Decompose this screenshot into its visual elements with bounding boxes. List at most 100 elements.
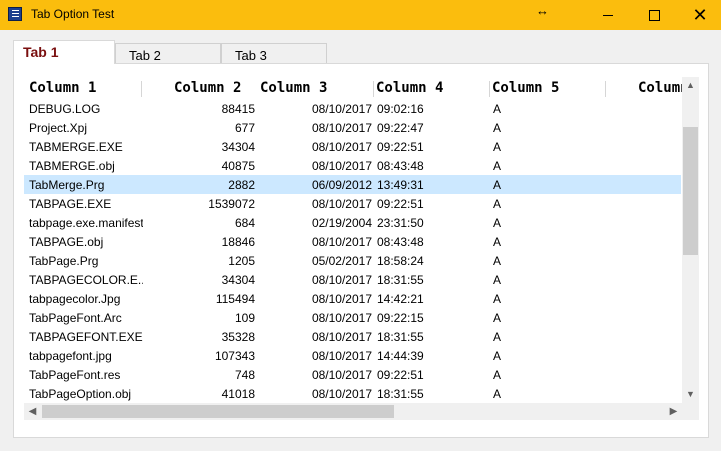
scroll-left-arrow-icon[interactable]: ◀ (24, 403, 41, 420)
table-cell: 14:42:21 (377, 292, 424, 306)
table-cell: 107343 (214, 349, 255, 363)
close-button[interactable]: ✕ (677, 0, 721, 30)
table-cell: 40875 (221, 159, 255, 173)
horizontal-scroll-thumb[interactable] (42, 405, 394, 418)
title-bar[interactable]: Tab Option Test ↔ ✕ (0, 0, 721, 30)
table-cell: TabPage.Prg (29, 254, 99, 268)
tab-2[interactable]: Tab 2 (115, 43, 221, 63)
scroll-up-arrow-icon[interactable]: ▲ (682, 77, 699, 94)
table-cell: TabPageFont.res (29, 368, 121, 382)
table-row[interactable]: DEBUG.LOG 88415 08/10/2017 09:02:16 A (24, 99, 681, 118)
table-cell: 18:31:55 (377, 273, 424, 287)
column-divider[interactable] (489, 81, 490, 97)
table-cell: tabpagefont.jpg (29, 349, 112, 363)
table-cell: 748 (234, 368, 255, 382)
table-cell: A (493, 102, 502, 116)
table-cell: 09:22:51 (377, 197, 424, 211)
table-row[interactable]: tabpagecolor.Jpg 115494 08/10/2017 14:42:21… (24, 289, 681, 308)
table-cell: 08/10/2017 (311, 349, 372, 363)
table-cell: TABPAGE.obj (29, 235, 104, 249)
table-cell: 08/10/2017 (311, 159, 372, 173)
table-cell: 08/10/2017 (311, 102, 372, 116)
table-cell: A (493, 254, 502, 268)
column-divider[interactable] (605, 81, 606, 97)
table-cell: 684 (234, 216, 255, 230)
table-cell: A (493, 159, 502, 173)
table-row[interactable]: TABMERGE.obj 40875 08/10/2017 08:43:48 A (24, 156, 681, 175)
maximize-icon (648, 9, 660, 21)
table-cell: 13:49:31 (377, 178, 424, 192)
table-cell: A (493, 368, 502, 382)
app-window-icon[interactable] (8, 7, 22, 21)
vertical-scrollbar[interactable]: ▲ ▼ (682, 77, 699, 403)
table-cell: TABPAGEFONT.EXE (29, 330, 143, 344)
table-cell: 08/10/2017 (311, 387, 372, 401)
table-cell: A (493, 330, 502, 344)
tab-1[interactable]: Tab 1 (13, 40, 115, 64)
column-header-6[interactable]: Column 6 (638, 80, 682, 100)
table-cell: 18846 (221, 235, 255, 249)
table-row[interactable]: TABPAGEFONT.EXE 35328 08/10/2017 18:31:55 A (24, 327, 681, 346)
table-cell: 08/10/2017 (311, 368, 372, 382)
maximize-button[interactable] (631, 0, 677, 30)
table-cell: 2882 (228, 178, 255, 192)
column-divider[interactable] (373, 81, 374, 97)
table-cell: 18:31:55 (377, 387, 424, 401)
table-cell: A (493, 121, 502, 135)
minimize-icon (603, 14, 613, 16)
table-cell: Project.Xpj (29, 121, 88, 135)
table-cell: A (493, 235, 502, 249)
table-row[interactable]: TABPAGE.obj 18846 08/10/2017 08:43:48 A (24, 232, 681, 251)
table-cell: A (493, 197, 502, 211)
horizontal-scrollbar[interactable]: ◀ ▶ (24, 403, 682, 420)
table-cell: 09:22:47 (377, 121, 424, 135)
table-row[interactable]: TABMERGE.EXE 34304 08/10/2017 09:22:51 A (24, 137, 681, 156)
tab-3[interactable]: Tab 3 (221, 43, 327, 63)
table-cell: TABPAGECOLOR.E... (29, 273, 143, 287)
table-row[interactable]: TabPageFont.Arc 109 08/10/2017 09:22:15 A (24, 308, 681, 327)
table-cell: TABMERGE.EXE (29, 140, 123, 154)
close-icon: ✕ (692, 5, 708, 25)
column-header-3[interactable]: Column 3 (260, 80, 327, 100)
table-cell: tabpage.exe.manifest... (29, 216, 143, 230)
table-cell: TABMERGE.obj (29, 159, 115, 173)
table-row[interactable]: tabpagefont.jpg 107343 08/10/2017 14:44:39 A (24, 346, 681, 365)
table-cell: 09:22:15 (377, 311, 424, 325)
column-header-4[interactable]: Column 4 (376, 80, 443, 100)
column-header-5[interactable]: Column 5 (492, 80, 559, 100)
table-row[interactable]: TabMerge.Prg 2882 06/09/2012 13:49:31 A (24, 175, 681, 194)
file-grid[interactable]: Column 1 Column 2 Column 3 Column 4 Colu… (24, 77, 682, 403)
table-cell: 08/10/2017 (311, 273, 372, 287)
column-header-2[interactable]: Column 2 (174, 80, 241, 100)
table-cell: 08/10/2017 (311, 140, 372, 154)
column-divider[interactable] (141, 81, 142, 97)
table-cell: 08/10/2017 (311, 330, 372, 344)
table-row[interactable]: TabPage.Prg 1205 05/02/2017 18:58:24 A (24, 251, 681, 270)
table-row[interactable]: tabpage.exe.manifest... 684 02/19/2004 23:3… (24, 213, 681, 232)
table-cell: 08/10/2017 (311, 292, 372, 306)
scroll-right-arrow-icon[interactable]: ▶ (665, 403, 682, 420)
table-cell: A (493, 273, 502, 287)
table-cell: tabpagecolor.Jpg (29, 292, 121, 306)
table-row[interactable]: TabPageOption.obj 41018 08/10/2017 18:31:55… (24, 384, 681, 403)
table-cell: 677 (234, 121, 255, 135)
table-row[interactable]: TabPageFont.res 748 08/10/2017 09:22:51 A (24, 365, 681, 384)
table-cell: 109 (234, 311, 255, 325)
scroll-down-arrow-icon[interactable]: ▼ (682, 386, 699, 403)
table-cell: 08/10/2017 (311, 311, 372, 325)
table-cell: 1205 (228, 254, 255, 268)
table-row[interactable]: TABPAGE.EXE 1539072 08/10/2017 09:22:51 A (24, 194, 681, 213)
table-cell: A (493, 349, 502, 363)
table-row[interactable]: TABPAGECOLOR.E... 34304 08/10/2017 18:31:55… (24, 270, 681, 289)
vertical-scroll-thumb[interactable] (683, 127, 698, 255)
table-cell: 115494 (215, 292, 255, 306)
column-header-1[interactable]: Column 1 (29, 80, 96, 100)
table-cell: 05/02/2017 (311, 254, 372, 268)
table-cell: 08/10/2017 (311, 235, 372, 249)
table-cell: 18:58:24 (377, 254, 424, 268)
table-cell: TabMerge.Prg (29, 178, 105, 192)
table-row[interactable]: Project.Xpj 677 08/10/2017 09:22:47 A (24, 118, 681, 137)
minimize-button[interactable] (585, 0, 631, 30)
table-cell: TabPageOption.obj (29, 387, 132, 401)
table-cell: 1539072 (208, 197, 255, 211)
